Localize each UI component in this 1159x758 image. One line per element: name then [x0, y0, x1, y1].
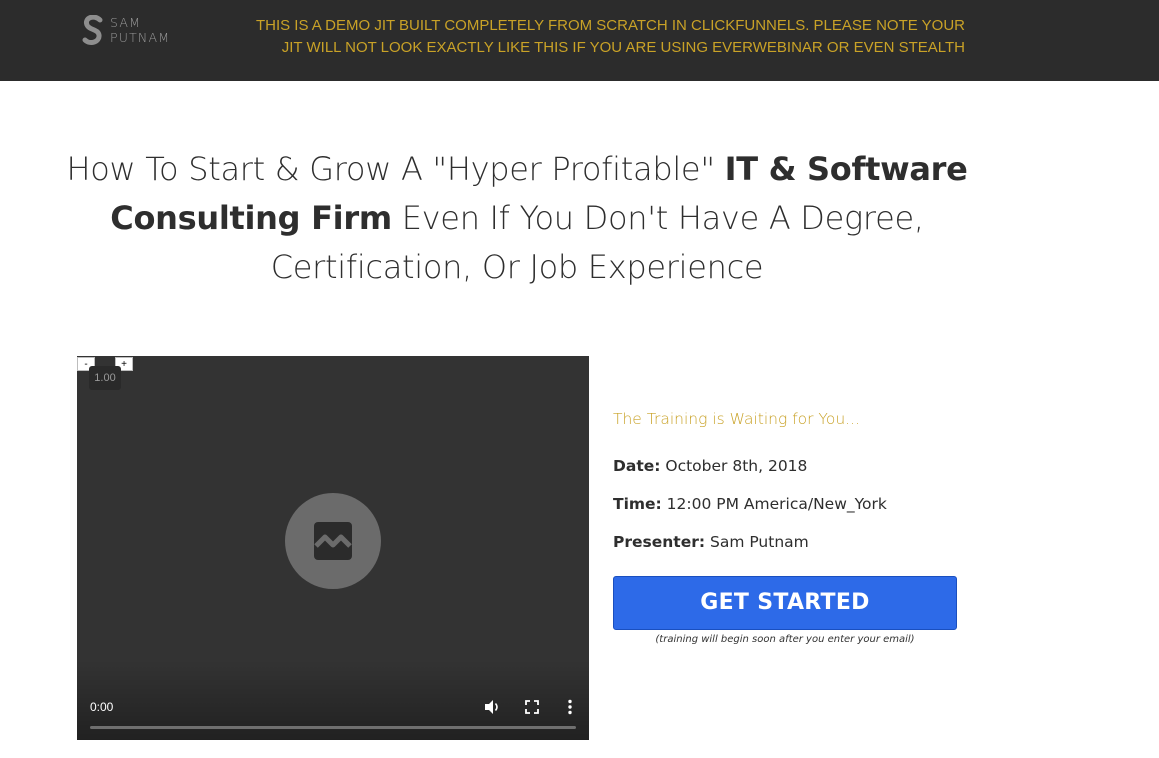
broken-image-icon	[314, 522, 352, 560]
demo-notice: THIS IS A DEMO JIT BUILT COMPLETELY FROM…	[200, 15, 965, 59]
time-row: Time: 12:00 PM America/New_York	[613, 495, 887, 513]
top-bar: SAM PUTNAM THIS IS A DEMO JIT BUILT COMP…	[0, 0, 1159, 81]
video-player[interactable]: - + 1.00 0:00	[77, 356, 589, 740]
cta-subtext: (training will begin soon after you ente…	[655, 634, 915, 645]
presenter-value: Sam Putnam	[705, 533, 809, 551]
logo-text: SAM PUTNAM	[110, 15, 170, 45]
video-placeholder[interactable]	[285, 493, 381, 589]
progress-bar[interactable]	[90, 726, 576, 729]
logo-line-2: PUTNAM	[110, 30, 171, 45]
current-time: 0:00	[90, 700, 114, 714]
date-row: Date: October 8th, 2018	[613, 457, 807, 475]
logo[interactable]: SAM PUTNAM	[82, 15, 170, 45]
logo-mark-icon	[82, 15, 103, 45]
presenter-label: Presenter:	[613, 533, 706, 551]
page-headline: How To Start & Grow A "Hyper Profitable"…	[60, 145, 974, 292]
notice-line-1: THIS IS A DEMO JIT BUILT COMPLETELY FROM…	[255, 17, 965, 34]
notice-line-2: JIT WILL NOT LOOK EXACTLY LIKE THIS IF Y…	[281, 39, 965, 56]
headline-part-1: How To Start & Grow A "Hyper Profitable"	[66, 150, 725, 188]
logo-line-1: SAM	[110, 15, 142, 30]
more-options-icon[interactable]	[561, 698, 579, 716]
webinar-info-panel: The Training is Waiting for You... Date:…	[613, 410, 973, 645]
presenter-row: Presenter: Sam Putnam	[613, 533, 809, 551]
date-value: October 8th, 2018	[660, 457, 808, 475]
date-label: Date:	[613, 457, 661, 475]
time-label: Time:	[613, 495, 662, 513]
playback-speed-display: 1.00	[89, 366, 121, 390]
time-value: 12:00 PM America/New_York	[661, 495, 887, 513]
waiting-text: The Training is Waiting for You...	[613, 410, 860, 428]
volume-icon[interactable]	[483, 698, 501, 716]
fullscreen-icon[interactable]	[523, 698, 541, 716]
get-started-button[interactable]: GET STARTED	[613, 576, 957, 630]
